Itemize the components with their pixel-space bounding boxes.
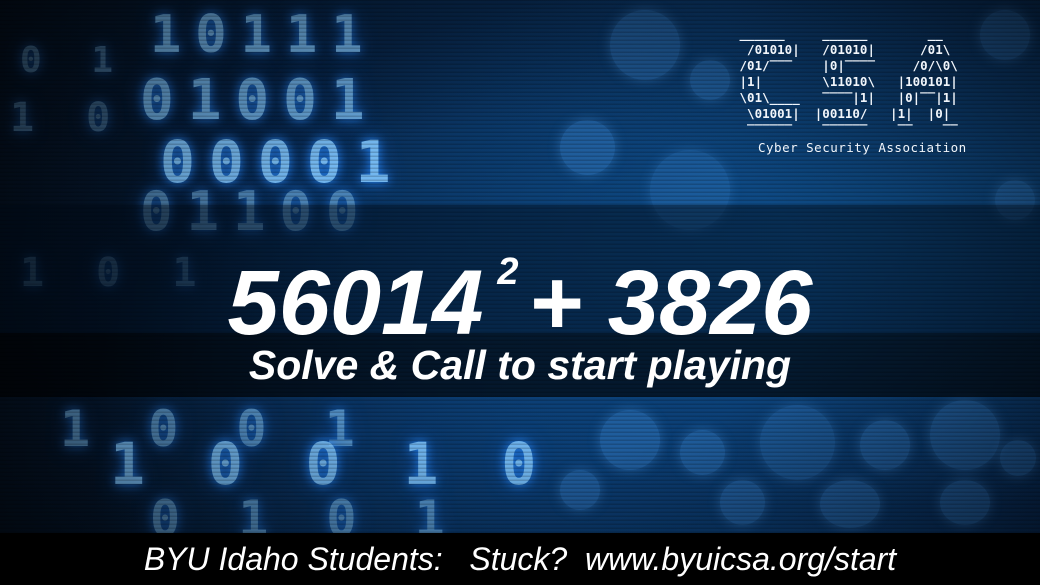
csa-logo: ______ ______ __ /01010| /01010| /01\ /0… [732,26,1012,155]
equation-base: 56014 [227,252,484,354]
math-puzzle: 56014 2 + 3826 [0,222,1040,353]
equation-rest: + 3826 [528,252,813,354]
logo-caption: Cyber Security Association [758,140,967,155]
challenge-banner: 10111 0 1 01001 1 0 00001 01100 1 0 1 1 … [0,0,1040,585]
instruction-text: Solve & Call to start playing [248,342,792,388]
footer-help-text: BYU Idaho Students: Stuck? www.byuicsa.o… [0,533,1040,585]
equation-exponent: 2 [497,251,519,293]
csa-ascii-logo: ______ ______ __ /01010| /01010| /01\ /0… [739,26,958,137]
